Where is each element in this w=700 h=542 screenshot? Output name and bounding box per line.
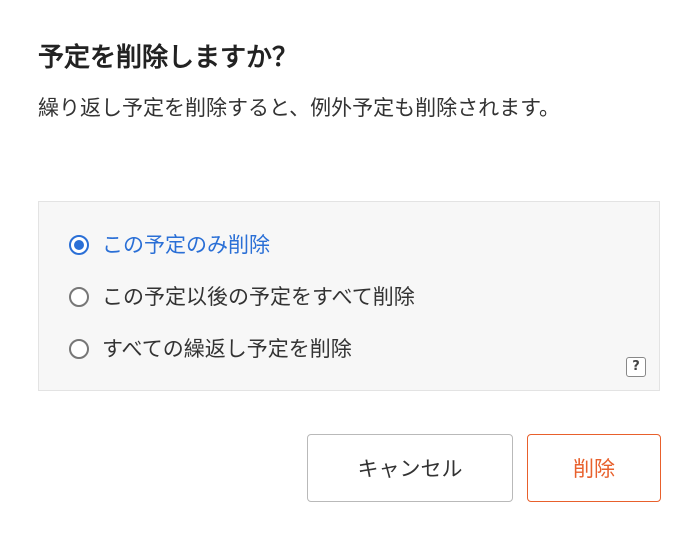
- radio-checked-icon[interactable]: [69, 235, 89, 255]
- option-label: この予定以後の予定をすべて削除: [102, 285, 415, 309]
- cancel-button[interactable]: キャンセル: [307, 434, 513, 502]
- option-delete-this-and-following[interactable]: この予定以後の予定をすべて削除: [69, 282, 415, 312]
- radio-unchecked-icon[interactable]: [69, 287, 89, 307]
- delete-event-dialog: 予定を削除しますか？ 繰り返し予定を削除すると、例外予定も削除されます。 この予…: [0, 0, 700, 542]
- help-icon[interactable]: ?: [626, 357, 646, 377]
- option-label: この予定のみ削除: [102, 233, 270, 257]
- option-label: すべての繰返し予定を削除: [102, 337, 352, 361]
- dialog-title: 予定を削除しますか？: [38, 43, 299, 73]
- option-delete-all-recurring[interactable]: すべての繰返し予定を削除: [69, 334, 352, 364]
- dialog-message: 繰り返し予定を削除すると、例外予定も削除されます。: [38, 96, 561, 120]
- delete-options-panel: この予定のみ削除 この予定以後の予定をすべて削除 すべての繰返し予定を削除 ?: [38, 201, 660, 391]
- delete-button[interactable]: 削除: [527, 434, 661, 502]
- radio-unchecked-icon[interactable]: [69, 339, 89, 359]
- option-delete-this-only[interactable]: この予定のみ削除: [69, 230, 270, 260]
